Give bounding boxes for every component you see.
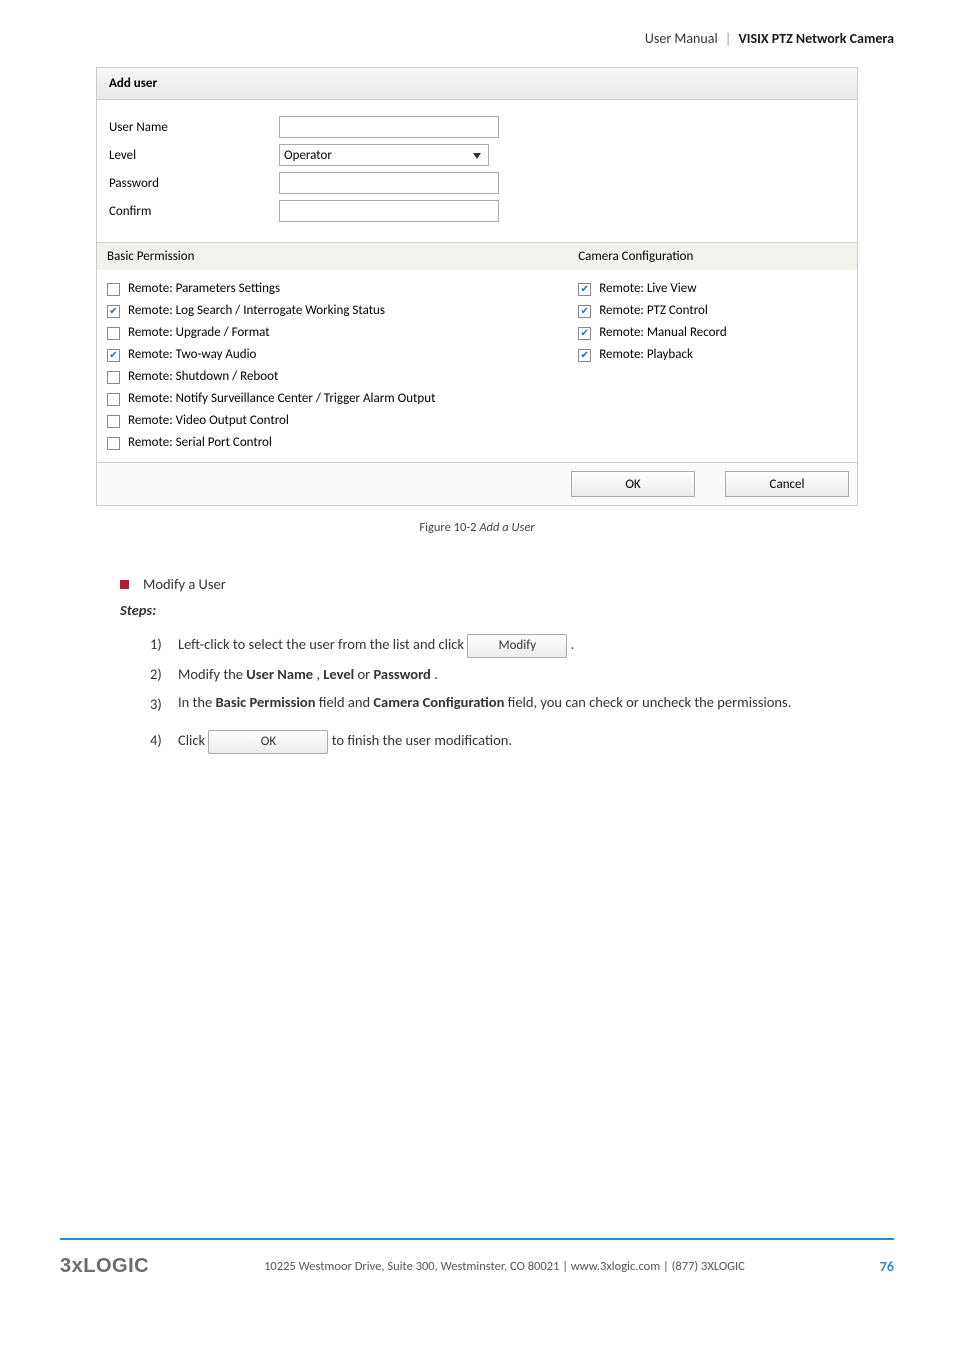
step-number: 1) — [150, 629, 178, 659]
footer-rule — [60, 1238, 894, 1240]
step-4: 4) Click OK to finish the user modificat… — [150, 725, 894, 755]
level-value: Operator — [284, 148, 332, 163]
confirm-label: Confirm — [109, 204, 279, 219]
basic-permission-label: Remote: Serial Port Control — [128, 434, 272, 452]
footer-text: 10225 Westmoor Drive, Suite 300, Westmin… — [149, 1259, 860, 1274]
camera-config-header: Camera Configuration — [568, 243, 857, 271]
basic-permission-item: Remote: Serial Port Control — [107, 434, 558, 452]
step-number: 3) — [150, 689, 178, 719]
basic-permission-header: Basic Permission — [97, 243, 568, 271]
header-left: User Manual — [645, 30, 718, 47]
dialog-footer: OK Cancel — [97, 462, 857, 505]
camera-config-label: Remote: PTZ Control — [599, 302, 708, 320]
page-number: 76 — [880, 1258, 894, 1275]
checkbox[interactable] — [107, 283, 120, 296]
camera-config-label: Remote: Live View — [599, 280, 696, 298]
basic-permission-item: Remote: Notify Surveillance Center / Tri… — [107, 390, 558, 408]
basic-permission-label: Remote: Video Output Control — [128, 412, 289, 430]
step-text-bold: Camera Configuration — [373, 693, 504, 711]
modify-button[interactable]: Modify — [467, 634, 567, 658]
basic-permission-label: Remote: Notify Surveillance Center / Tri… — [128, 390, 435, 408]
step-number: 2) — [150, 659, 178, 689]
basic-permission-item: Remote: Upgrade / Format — [107, 324, 558, 342]
checkbox[interactable] — [107, 415, 120, 428]
checkbox[interactable] — [107, 437, 120, 450]
checkbox[interactable] — [578, 283, 591, 296]
modify-user-title: Modify a User — [143, 575, 226, 593]
square-bullet-icon — [120, 580, 129, 589]
camera-config-label: Remote: Playback — [599, 346, 693, 364]
step-text: field, you can check or uncheck the perm… — [508, 693, 792, 711]
basic-permission-label: Remote: Upgrade / Format — [128, 324, 270, 342]
steps-label: Steps: — [120, 601, 894, 619]
permissions-table: Basic Permission Camera Configuration Re… — [97, 242, 857, 462]
camera-config-label: Remote: Manual Record — [599, 324, 727, 342]
confirm-input[interactable] — [279, 200, 499, 222]
ok-button-inline[interactable]: OK — [208, 730, 328, 754]
figure-title: Add a User — [479, 520, 534, 535]
checkbox[interactable] — [107, 305, 120, 318]
basic-permission-label: Remote: Two-way Audio — [128, 346, 256, 364]
step-text: Click — [178, 731, 205, 749]
level-label: Level — [109, 148, 279, 163]
step-text-bold: Level — [323, 665, 354, 683]
modify-user-heading: Modify a User — [120, 575, 894, 593]
steps-list: 1) Left-click to select the user from th… — [150, 629, 894, 755]
step-text: field and — [319, 693, 374, 711]
step-2: 2) Modify the User Name , Level or Passw… — [150, 659, 894, 689]
chevron-down-icon — [470, 149, 484, 163]
step-text-bold: Basic Permission — [216, 693, 316, 711]
ok-button[interactable]: OK — [571, 471, 695, 497]
basic-permission-item: Remote: Parameters Settings — [107, 280, 558, 298]
cancel-button[interactable]: Cancel — [725, 471, 849, 497]
add-user-dialog: Add user User Name Level Operator Passwo… — [96, 67, 858, 506]
basic-permission-label: Remote: Parameters Settings — [128, 280, 280, 298]
figure-number: Figure 10-2 — [419, 520, 476, 535]
checkbox[interactable] — [578, 327, 591, 340]
step-text: Modify the — [178, 665, 246, 683]
step-number: 4) — [150, 725, 178, 755]
basic-permission-list: Remote: Parameters Settings Remote: Log S… — [107, 280, 558, 452]
basic-permission-item: Remote: Two-way Audio — [107, 346, 558, 364]
figure-caption: Figure 10-2 Add a User — [60, 520, 894, 535]
step-text-bold: Password — [374, 665, 431, 683]
checkbox[interactable] — [107, 327, 120, 340]
password-input[interactable] — [279, 172, 499, 194]
checkbox[interactable] — [107, 393, 120, 406]
step-text: to finish the user modification. — [332, 731, 512, 749]
header-right: VISIX PTZ Network Camera — [738, 30, 894, 47]
camera-config-item: Remote: Playback — [578, 346, 847, 364]
level-select[interactable]: Operator — [279, 144, 489, 166]
basic-permission-label: Remote: Shutdown / Reboot — [128, 368, 278, 386]
page-footer: 3xLOGIC 10225 Westmoor Drive, Suite 300,… — [60, 1255, 894, 1278]
step-text: . — [571, 635, 575, 653]
checkbox[interactable] — [578, 349, 591, 362]
page-header: User Manual | VISIX PTZ Network Camera — [60, 30, 894, 47]
camera-config-item: Remote: PTZ Control — [578, 302, 847, 320]
step-text: Left-click to select the user from the l… — [178, 635, 464, 653]
username-input[interactable] — [279, 116, 499, 138]
step-text-bold: User Name — [246, 665, 313, 683]
logo: 3xLOGIC — [60, 1255, 149, 1278]
dialog-form: User Name Level Operator Password Confir… — [97, 100, 857, 242]
camera-config-item: Remote: Live View — [578, 280, 847, 298]
basic-permission-item: Remote: Log Search / Interrogate Working… — [107, 302, 558, 320]
checkbox[interactable] — [107, 371, 120, 384]
dialog-title: Add user — [97, 68, 857, 100]
step-3: 3) In the Basic Permission field and Cam… — [150, 689, 894, 719]
checkbox[interactable] — [107, 349, 120, 362]
camera-config-item: Remote: Manual Record — [578, 324, 847, 342]
checkbox[interactable] — [578, 305, 591, 318]
header-divider: | — [725, 30, 731, 47]
password-label: Password — [109, 176, 279, 191]
step-text: In the — [178, 693, 216, 711]
basic-permission-label: Remote: Log Search / Interrogate Working… — [128, 302, 385, 320]
username-label: User Name — [109, 120, 279, 135]
camera-config-list: Remote: Live View Remote: PTZ Control Remo… — [578, 280, 847, 364]
step-text: . — [434, 665, 438, 683]
basic-permission-item: Remote: Video Output Control — [107, 412, 558, 430]
step-1: 1) Left-click to select the user from th… — [150, 629, 894, 659]
step-text: or — [358, 665, 374, 683]
basic-permission-item: Remote: Shutdown / Reboot — [107, 368, 558, 386]
